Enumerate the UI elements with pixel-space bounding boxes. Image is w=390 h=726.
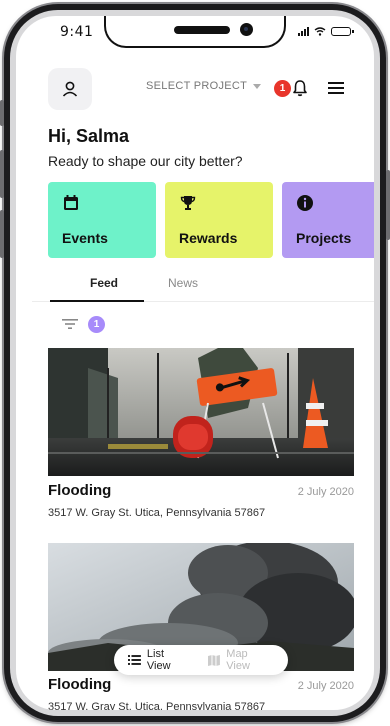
post-address: 3517 W. Gray St. Utica, Pennsylvania 578… <box>48 701 266 710</box>
post-title[interactable]: Flooding <box>48 482 111 499</box>
filter-count-badge: 1 <box>88 316 105 333</box>
events-card[interactable]: Events <box>48 182 156 258</box>
project-select-label: SELECT PROJECT <box>146 80 248 92</box>
events-card-label: Events <box>62 230 108 246</box>
list-view-label: List View <box>146 648 171 672</box>
list-view-button[interactable]: List View <box>128 648 190 672</box>
post-date: 2 July 2020 <box>297 486 354 498</box>
flooded-street-image <box>48 348 354 476</box>
greeting-subtitle: Ready to shape our city better? <box>48 153 243 169</box>
wifi-icon <box>314 27 326 36</box>
hamburger-menu-icon[interactable] <box>326 80 346 96</box>
calendar-icon <box>64 195 78 210</box>
map-view-button[interactable]: Map View <box>208 648 274 672</box>
greeting-title: Hi, Salma <box>48 126 130 146</box>
post-address: 3517 W. Gray St. Utica, Pennsylvania 578… <box>48 507 266 519</box>
volume-up-button <box>0 150 4 198</box>
status-time: 9:41 <box>60 24 94 40</box>
tab-feed[interactable]: Feed <box>90 276 118 290</box>
front-camera <box>240 23 253 36</box>
app-screen: 9:41 SELECT PROJECT 1 Hi, Salma Ready to… <box>16 16 374 710</box>
map-view-label: Map View <box>226 648 250 672</box>
post-image-flood[interactable] <box>48 348 354 476</box>
active-tab-indicator <box>50 300 144 302</box>
list-icon <box>128 655 141 665</box>
tab-news[interactable]: News <box>168 276 198 290</box>
projects-card[interactable]: Projects <box>282 182 374 258</box>
bell-icon[interactable] <box>290 78 310 98</box>
status-icons <box>298 27 354 36</box>
category-cards: Events Rewards Projects <box>48 182 374 258</box>
mute-switch <box>0 100 4 126</box>
filter-icon[interactable] <box>62 318 78 330</box>
speaker <box>174 26 230 34</box>
rewards-card[interactable]: Rewards <box>165 182 273 258</box>
post-title[interactable]: Flooding <box>48 676 111 693</box>
rewards-card-label: Rewards <box>179 230 238 246</box>
profile-button[interactable] <box>48 68 92 110</box>
user-icon <box>62 81 78 97</box>
signal-icon <box>298 27 309 36</box>
chevron-down-icon <box>253 83 262 89</box>
notch <box>104 16 286 48</box>
volume-down-button <box>0 210 4 258</box>
battery-icon <box>331 27 354 36</box>
power-button <box>386 170 390 240</box>
info-icon <box>297 195 313 211</box>
notification-badge: 1 <box>274 80 291 97</box>
view-toggle: List View Map View <box>114 645 288 675</box>
map-icon <box>208 654 221 666</box>
feed-tabs: Feed News <box>32 272 374 302</box>
trophy-icon <box>180 196 196 210</box>
post-date: 2 July 2020 <box>297 680 354 692</box>
projects-card-label: Projects <box>296 230 352 246</box>
project-select[interactable]: SELECT PROJECT <box>146 80 262 92</box>
